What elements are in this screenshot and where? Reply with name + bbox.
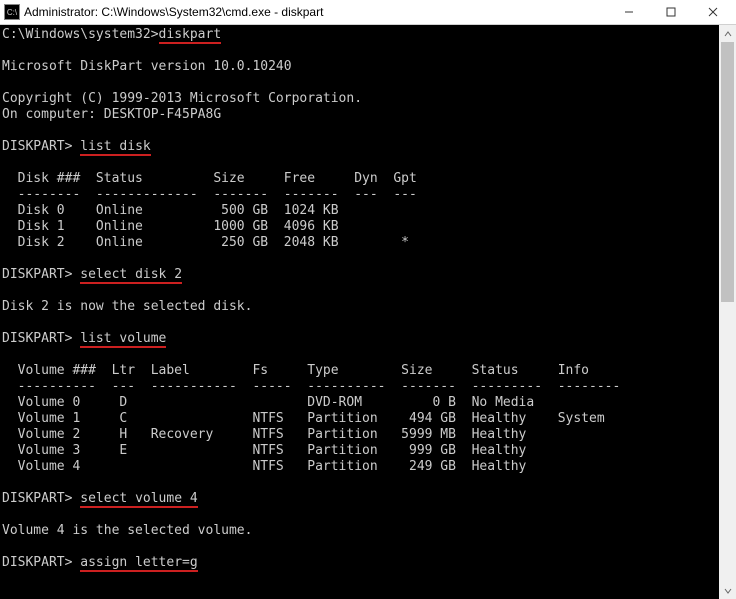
cmd-select-volume: select volume 4 — [80, 491, 197, 508]
disk-header: Disk ### Status Size Free Dyn Gpt — [2, 171, 417, 186]
vertical-scrollbar[interactable] — [719, 25, 736, 599]
scroll-thumb[interactable] — [721, 42, 734, 302]
disk-divider: -------- ------------- ------- ------- -… — [2, 187, 417, 202]
cmd-assign-letter: assign letter=g — [80, 555, 197, 572]
on-computer-line: On computer: DESKTOP-F45PA8G — [2, 107, 221, 122]
disk-row: Disk 1 Online 1000 GB 4096 KB — [2, 219, 339, 234]
cmd-window: C:\ Administrator: C:\Windows\System32\c… — [0, 0, 736, 599]
vol-divider: ---------- --- ----------- ----- -------… — [2, 379, 620, 394]
maximize-button[interactable] — [650, 0, 692, 24]
disk-selected-msg: Disk 2 is now the selected disk. — [2, 299, 252, 314]
vol-selected-msg: Volume 4 is the selected volume. — [2, 523, 252, 538]
scroll-up-button[interactable] — [719, 25, 736, 42]
vol-row: Volume 2 H Recovery NTFS Partition 5999 … — [2, 427, 526, 442]
diskpart-prompt: DISKPART> — [2, 491, 80, 506]
version-line: Microsoft DiskPart version 10.0.10240 — [2, 59, 292, 74]
window-title: Administrator: C:\Windows\System32\cmd.e… — [24, 5, 608, 19]
close-button[interactable] — [692, 0, 734, 24]
terminal-output[interactable]: C:\Windows\system32>diskpart Microsoft D… — [0, 25, 719, 599]
vol-row: Volume 4 NTFS Partition 249 GB Healthy — [2, 459, 526, 474]
cmd-icon: C:\ — [4, 4, 20, 20]
disk-row: Disk 0 Online 500 GB 1024 KB — [2, 203, 339, 218]
cmd-select-disk: select disk 2 — [80, 267, 182, 284]
diskpart-prompt: DISKPART> — [2, 267, 80, 282]
cmd-list-volume: list volume — [80, 331, 166, 348]
disk-row: Disk 2 Online 250 GB 2048 KB * — [2, 235, 409, 250]
diskpart-prompt: DISKPART> — [2, 331, 80, 346]
diskpart-prompt: DISKPART> — [2, 555, 80, 570]
titlebar[interactable]: C:\ Administrator: C:\Windows\System32\c… — [0, 0, 736, 25]
diskpart-prompt: DISKPART> — [2, 139, 80, 154]
vol-header: Volume ### Ltr Label Fs Type Size Status… — [2, 363, 589, 378]
vol-row: Volume 1 C NTFS Partition 494 GB Healthy… — [2, 411, 605, 426]
cmd-list-disk: list disk — [80, 139, 150, 156]
scroll-track[interactable] — [719, 42, 736, 582]
copyright-line: Copyright (C) 1999-2013 Microsoft Corpor… — [2, 91, 362, 106]
client-area: C:\Windows\system32>diskpart Microsoft D… — [0, 25, 736, 599]
path-prompt: C:\Windows\system32> — [2, 27, 159, 42]
vol-row: Volume 0 D DVD-ROM 0 B No Media — [2, 395, 534, 410]
cmd-diskpart: diskpart — [159, 27, 222, 44]
minimize-button[interactable] — [608, 0, 650, 24]
scroll-down-button[interactable] — [719, 582, 736, 599]
vol-row: Volume 3 E NTFS Partition 999 GB Healthy — [2, 443, 526, 458]
